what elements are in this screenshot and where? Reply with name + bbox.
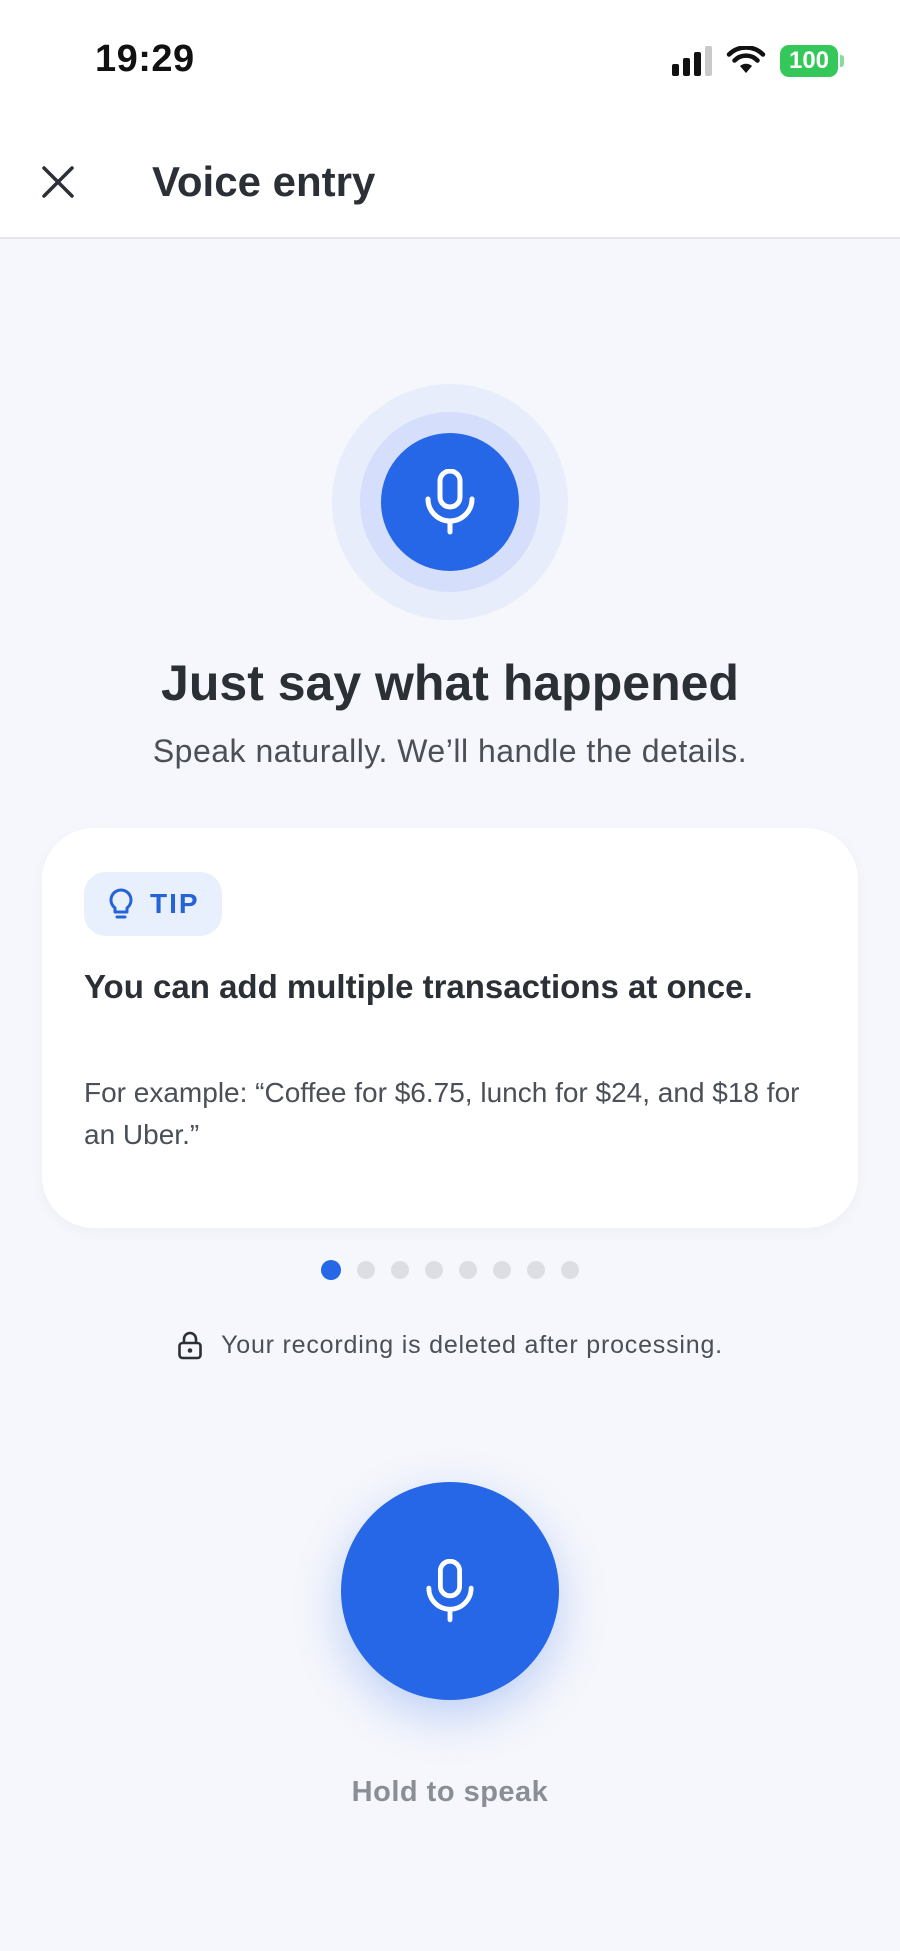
pagination-dot[interactable] [561,1261,579,1279]
tip-title: You can add multiple transactions at onc… [84,968,753,1005]
close-icon [42,166,74,198]
hold-to-speak-button[interactable] [341,1482,559,1700]
tip-body: For example: “Coffee for $6.75, lunch fo… [84,1077,800,1150]
lock-icon [178,1331,202,1360]
privacy-note: Your recording is deleted after processi… [0,1330,900,1360]
pagination-dot[interactable] [425,1261,443,1279]
status-time: 19:29 [95,38,195,80]
pagination-dot[interactable] [357,1261,375,1279]
voice-entry-screen: 19:29 100 Voice entry Just say what happ… [0,0,900,1951]
pagination-dot[interactable] [459,1261,477,1279]
lightbulb-icon [109,888,133,919]
tip-badge: TIP [84,872,222,936]
battery-icon: 100 [780,45,844,77]
hold-to-speak-label: Hold to speak [351,1776,549,1808]
headline: Just say what happened [161,655,739,711]
status-icons: 100 [672,44,844,78]
privacy-text: Your recording is deleted after processi… [221,1330,723,1359]
signal-icon [672,46,712,76]
pagination-dot[interactable] [493,1261,511,1279]
close-button[interactable] [28,152,88,212]
hero-microphone [332,384,568,620]
pagination-dot[interactable] [391,1261,409,1279]
tip-badge-label: TIP [150,888,200,919]
microphone-icon [426,1559,474,1623]
pagination-dot[interactable] [527,1261,545,1279]
microphone-icon [425,469,475,535]
page-title: Voice entry [152,158,376,205]
pagination-dots [321,1260,579,1280]
pagination-dot[interactable] [321,1260,341,1280]
wifi-icon [726,46,766,76]
app-header: Voice entry [0,120,900,239]
tip-card[interactable]: TIP You can add multiple transactions at… [42,828,858,1228]
status-bar: 19:29 100 [0,0,900,120]
battery-level: 100 [780,45,838,77]
subheadline: Speak naturally. We’ll handle the detail… [152,733,748,769]
